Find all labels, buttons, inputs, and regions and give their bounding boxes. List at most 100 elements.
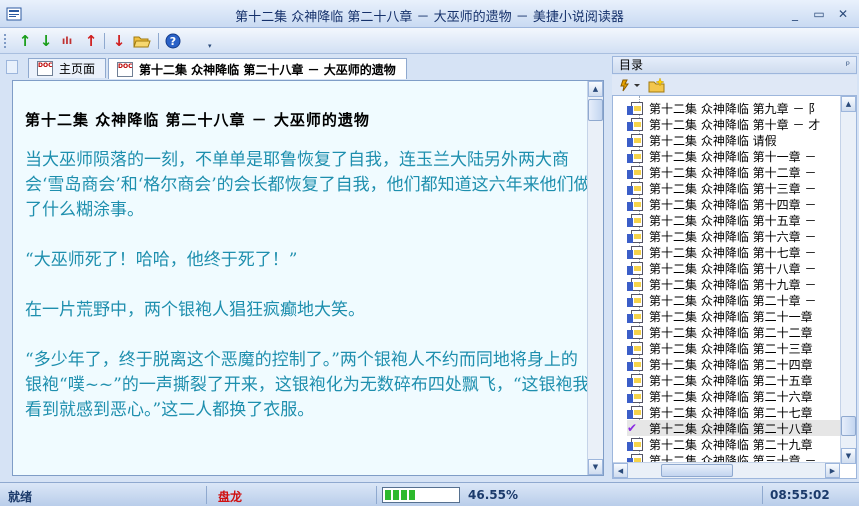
scroll-thumb[interactable]: [661, 464, 733, 477]
list-item-label: 第十二集 众神降临 第二十七章: [649, 405, 813, 420]
list-item[interactable]: 第十二集 众神降临 第十九章 －: [627, 276, 856, 292]
scroll-right-arrow-icon[interactable]: ▶: [825, 463, 840, 478]
chapter-page-icon: [627, 261, 645, 276]
bookmark-icon[interactable]: [620, 78, 642, 92]
paragraph: 当大巫师陨落的一刻，不单单是耶鲁恢复了自我，连玉兰大陆另外两大商会‘雪岛商会’和…: [25, 150, 591, 220]
list-item[interactable]: 第十二集 众神降临 第十八章 －: [627, 260, 856, 276]
tab-home[interactable]: DOC 主页面: [28, 58, 107, 78]
list-item[interactable]: 第十二集 众神降临 第二十七章: [627, 404, 856, 420]
list-item[interactable]: 第十二集 众神降临 第九章 － 阝: [627, 100, 856, 116]
chapter-page-icon: [627, 229, 645, 244]
tab-scroll-left-button[interactable]: [6, 60, 18, 74]
chapter-page-icon: [627, 293, 645, 308]
chapter-page-icon: [627, 437, 645, 452]
chart-icon: ılı: [61, 35, 73, 47]
list-item[interactable]: 第十二集 众神降临 第二十章 －: [627, 292, 856, 308]
scroll-down-arrow-icon[interactable]: ▼: [588, 459, 603, 475]
toolbar-separator: [104, 33, 105, 49]
list-item[interactable]: 第十二集 众神降临 第十三章 －: [627, 180, 856, 196]
paragraph: 在一片荒野中，两个银袍人猖狂疯癫地大笑。: [25, 300, 365, 320]
paragraph: “多少年了，终于脱离这个恶魔的控制了。”两个银袍人不约而同地将身上的银袍“噗~~…: [25, 350, 590, 420]
close-button[interactable]: ✕: [833, 6, 853, 22]
minimize-button[interactable]: _: [785, 6, 805, 22]
paragraph: “大巫师死了！哈哈，他终于死了！”: [25, 250, 298, 270]
status-text: 就绪: [8, 490, 33, 504]
scroll-up-arrow-icon[interactable]: ▲: [841, 96, 856, 112]
next-chapter-button[interactable]: ↓: [37, 32, 55, 50]
chapter-page-icon: [627, 213, 645, 228]
chapter-page-icon: [627, 181, 645, 196]
reading-pane[interactable]: 第十二集 众神降临 第二十八章 － 大巫师的遗物 当大巫师陨落的一刻，不单单是耶…: [12, 80, 604, 476]
chapter-page-icon: [627, 165, 645, 180]
list-item[interactable]: 第十二集 众神降临 第十四章 －: [627, 196, 856, 212]
list-item-label: 第十二集 众神降临 第二十一章: [649, 309, 813, 324]
tab-label: 主页面: [59, 62, 96, 76]
vertical-scrollbar[interactable]: ▲ ▼: [587, 81, 603, 475]
progress-segment: [401, 490, 407, 500]
tab-bar: DOC 主页面 DOC 第十二集 众神降临 第二十八章 － 大巫师的遗物: [4, 56, 606, 79]
chapter-page-icon: [627, 149, 645, 164]
list-item-label: 第十二集 众神降临 第十六章 －: [649, 229, 817, 244]
chapter-page-icon: [627, 309, 645, 324]
list-item-label: 第十二集 众神降临 第二十九章: [649, 437, 813, 452]
list-item[interactable]: 第十二集 众神降临 第十五章 －: [627, 212, 856, 228]
clock: 08:55:02: [770, 488, 830, 502]
list-item-label: 第十二集 众神降临 第十四章 －: [649, 197, 817, 212]
list-item[interactable]: 第十二集 众神降临 第十二章 －: [627, 164, 856, 180]
list-item[interactable]: 第十二集 众神降临 第二十三章: [627, 340, 856, 356]
maximize-button[interactable]: ▭: [809, 6, 829, 22]
chapter-page-icon: [627, 245, 645, 260]
vertical-scrollbar[interactable]: ▲ ▼: [840, 96, 856, 464]
open-file-button[interactable]: [133, 32, 151, 50]
pin-icon[interactable]: ᵖ: [846, 58, 850, 74]
chapter-page-icon: [627, 101, 645, 116]
toolbar-overflow-icon[interactable]: ▾: [208, 42, 218, 52]
list-item-label: 第十二集 众神降临 请假: [649, 133, 777, 148]
down-arrow-icon: ↓: [39, 32, 53, 50]
list-item-label: 第十二集 众神降临 第二十八章: [649, 421, 813, 436]
list-item[interactable]: 第十二集 众神降临 第二十四章: [627, 356, 856, 372]
scroll-down-button[interactable]: ↓: [110, 32, 128, 50]
scroll-up-button[interactable]: ↑: [82, 32, 100, 50]
help-button[interactable]: ?: [164, 32, 182, 50]
list-item[interactable]: 第十二集 众神降临 第二十一章: [627, 308, 856, 324]
list-item-label: 第十二集 众神降临 第十二章 －: [649, 165, 817, 180]
chapter-page-icon: [627, 389, 645, 404]
tab-current-chapter[interactable]: DOC 第十二集 众神降临 第二十八章 － 大巫师的遗物: [108, 58, 407, 79]
horizontal-scrollbar[interactable]: ◀ ▶: [613, 462, 840, 478]
list-item-label: 第十二集 众神降临 第十九章 －: [649, 277, 817, 292]
progress-segment: [409, 490, 415, 500]
folder-open-icon: [133, 36, 151, 48]
scroll-thumb[interactable]: [588, 99, 603, 121]
book-name: 盘龙: [218, 490, 243, 504]
scroll-thumb[interactable]: [841, 416, 856, 436]
list-item[interactable]: 第十二集 众神降临 第十七章 －: [627, 244, 856, 260]
status-separator: [376, 486, 377, 504]
new-folder-icon[interactable]: [648, 77, 666, 93]
scroll-up-arrow-icon[interactable]: ▲: [588, 81, 603, 97]
list-item[interactable]: 第十二集 众神降临 第二十五章: [627, 372, 856, 388]
list-item[interactable]: 第十二集 众神降临 第二十二章: [627, 324, 856, 340]
scroll-down-arrow-icon[interactable]: ▼: [841, 448, 856, 464]
window-title: 第十二集 众神降临 第二十八章 － 大巫师的遗物 － 美捷小说阅读器: [235, 10, 624, 25]
prev-chapter-button[interactable]: ↑: [16, 32, 34, 50]
list-item[interactable]: 第十二集 众神降临 第十六章 －: [627, 228, 856, 244]
current-chapter-check-icon: ✔: [627, 421, 638, 435]
list-item[interactable]: 第十二集 众神降临 第二十六章: [627, 388, 856, 404]
list-item-label: 第十二集 众神降临 第十一章 －: [649, 149, 817, 164]
list-item[interactable]: 第十二集 众神降临 第十一章 －: [627, 148, 856, 164]
directory-title: 目录: [619, 58, 644, 72]
list-item[interactable]: 第十二集 众神降临 第十章 － 才: [627, 116, 856, 132]
title-bar: 第十二集 众神降临 第二十八章 － 大巫师的遗物 － 美捷小说阅读器 _ ▭ ✕: [0, 0, 859, 28]
list-item[interactable]: ✔ 第十二集 众神降临 第二十八章: [627, 420, 856, 436]
directory-toolbar: [612, 75, 857, 95]
status-bar: 就绪 盘龙 46.55% 08:55:02: [0, 482, 859, 506]
scroll-left-arrow-icon[interactable]: ◀: [613, 463, 628, 478]
stats-button[interactable]: ılı: [58, 32, 76, 50]
list-item[interactable]: 第十二集 众神降临 第二十九章: [627, 436, 856, 452]
directory-tree[interactable]: 第十二集 众神降临 第九章 － 阝第十二集 众神降临 第十章 － 才第十二集 众…: [612, 95, 857, 479]
list-item-label: 第十二集 众神降临 第二十五章: [649, 373, 813, 388]
chapter-page-icon: [627, 197, 645, 212]
toolbar-grip[interactable]: [4, 34, 7, 48]
list-item[interactable]: 第十二集 众神降临 请假: [627, 132, 856, 148]
